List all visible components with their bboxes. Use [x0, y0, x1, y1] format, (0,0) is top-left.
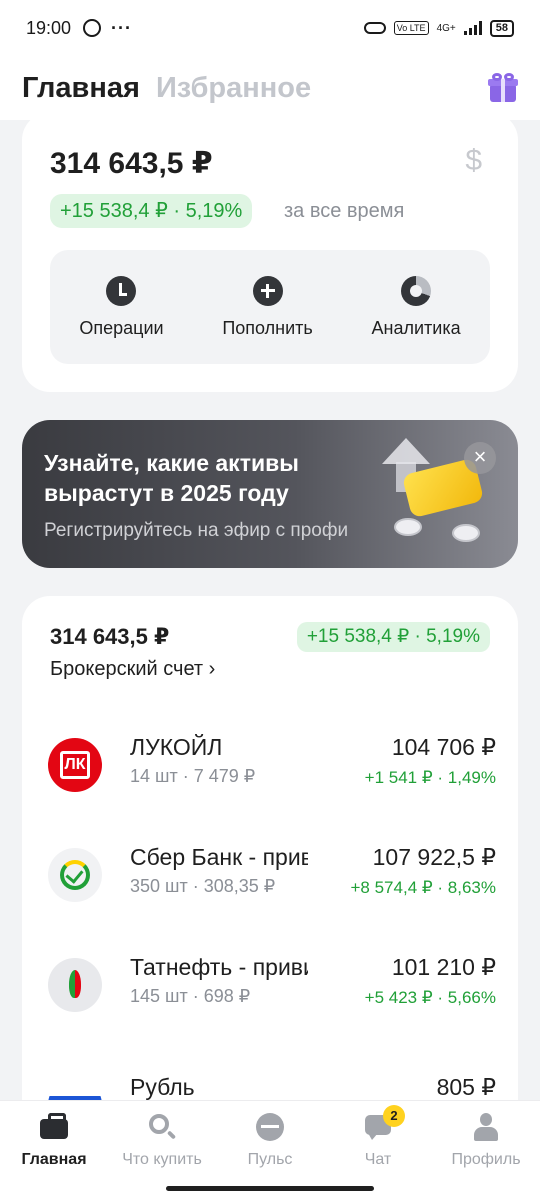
analytics-label: Аналитика	[371, 317, 461, 338]
more-notifications-icon: ···	[111, 17, 133, 38]
banner-subtitle: Регистрируйтесь на эфир с профи	[44, 520, 349, 541]
chat-unread-badge: 2	[383, 1105, 405, 1127]
plus-icon	[252, 275, 283, 306]
person-icon	[471, 1113, 501, 1141]
holding-name: Сбер Банк - привилегированные акции	[130, 844, 308, 870]
chat-icon: 2	[363, 1105, 405, 1141]
sber-logo-icon	[48, 848, 102, 902]
briefcase-icon	[39, 1113, 69, 1141]
bottom-navigation: Главная Что купить Пульс 2 Чат Профиль	[0, 1100, 540, 1200]
portfolio-total: 314 643,5 ₽	[50, 147, 213, 180]
nav-what-to-buy-label: Что купить	[122, 1151, 202, 1168]
status-bar: 19:00 ··· Vo LTE 4G+ 58	[0, 0, 540, 56]
nav-home[interactable]: Главная	[0, 1113, 108, 1169]
nav-chat-label: Чат	[364, 1151, 392, 1168]
volte-icon: Vo LTE	[393, 21, 429, 35]
nav-pulse[interactable]: Пульс	[216, 1113, 324, 1169]
clock-icon	[106, 275, 137, 306]
broker-total: 314 643,5 ₽	[50, 624, 170, 649]
holding-value: 107 922,5 ₽	[372, 844, 496, 870]
whatsapp-icon	[83, 19, 102, 37]
network-type: 4G+	[436, 22, 456, 34]
holding-name: Рубль	[130, 1074, 195, 1100]
nav-profile-label: Профиль	[451, 1151, 521, 1168]
search-icon	[147, 1113, 177, 1141]
holding-row[interactable]: ЛК ЛУКОЙЛ 14 шт · 7 479 ₽ 104 706 ₽ +1 5…	[22, 732, 518, 812]
battery-icon: 58	[489, 19, 514, 37]
gift-icon[interactable]	[488, 73, 518, 103]
top-up-label: Пополнить	[222, 317, 313, 338]
gain-period-label[interactable]: за все время	[284, 200, 404, 223]
analytics-button[interactable]: Аналитика	[371, 275, 461, 339]
tatneft-logo-icon	[48, 958, 102, 1012]
holding-row[interactable]: Сбер Банк - привилегированные акции 350 …	[22, 842, 518, 922]
close-banner-button[interactable]: ×	[464, 442, 496, 474]
lukoil-logo-text: ЛК	[60, 751, 90, 779]
promo-banner[interactable]: Узнайте, какие активы вырастут в 2025 го…	[22, 420, 518, 568]
brokerage-account-card: 314 643,5 ₽ +15 538,4 ₽ · 5,19% Брокерск…	[22, 596, 518, 1156]
currency-switch-icon[interactable]: $	[465, 144, 482, 178]
nav-what-to-buy[interactable]: Что купить	[108, 1113, 216, 1169]
status-indicators: Vo LTE 4G+ 58	[363, 19, 514, 37]
holding-change: +8 574,4 ₽ · 8,63%	[350, 878, 497, 897]
nav-home-label: Главная	[21, 1151, 87, 1168]
tab-main[interactable]: Главная	[22, 72, 140, 105]
holding-quantity: 350 шт · 308,35 ₽	[130, 876, 276, 896]
holding-value: 805 ₽	[436, 1074, 496, 1100]
holding-change: +1 541 ₽ · 1,49%	[364, 768, 496, 787]
pie-chart-icon	[401, 275, 432, 306]
tab-favorites[interactable]: Избранное	[156, 72, 311, 105]
holding-row[interactable]: Татнефть - привилегированные акции 145 ш…	[22, 952, 518, 1032]
nav-chat[interactable]: 2 Чат	[324, 1105, 432, 1169]
nav-profile[interactable]: Профиль	[432, 1113, 540, 1169]
signal-icon	[463, 21, 482, 35]
holding-value: 104 706 ₽	[391, 734, 496, 760]
hotspot-icon	[363, 22, 386, 34]
portfolio-actions: Операции Пополнить Аналитика	[50, 250, 490, 364]
holding-name: Татнефть - привилегированные акции	[130, 954, 308, 980]
holding-quantity: 145 шт · 698 ₽	[130, 986, 251, 1006]
pulse-icon	[255, 1113, 285, 1141]
lukoil-logo-icon: ЛК	[48, 738, 102, 792]
status-time: 19:00	[26, 17, 72, 38]
operations-button[interactable]: Операции	[79, 275, 164, 339]
holding-name: ЛУКОЙЛ	[130, 734, 223, 760]
holding-value: 101 210 ₽	[391, 954, 496, 980]
nav-pulse-label: Пульс	[247, 1151, 293, 1168]
banner-title: Узнайте, какие активы вырастут в 2025 го…	[44, 450, 299, 506]
broker-gain-badge: +15 538,4 ₽ · 5,19%	[296, 622, 490, 652]
top-up-button[interactable]: Пополнить	[222, 275, 313, 339]
holding-change: +5 423 ₽ · 5,66%	[364, 988, 496, 1007]
home-indicator[interactable]	[166, 1186, 374, 1191]
operations-label: Операции	[79, 317, 164, 338]
broker-account-link[interactable]: Брокерский счет ›	[50, 658, 215, 681]
portfolio-gain-badge: +15 538,4 ₽ · 5,19%	[50, 194, 253, 228]
holding-quantity: 14 шт · 7 479 ₽	[130, 766, 256, 786]
top-header: Главная Избранное	[0, 56, 540, 120]
portfolio-card: 314 643,5 ₽ $ +15 538,4 ₽ · 5,19% за все…	[22, 112, 518, 392]
